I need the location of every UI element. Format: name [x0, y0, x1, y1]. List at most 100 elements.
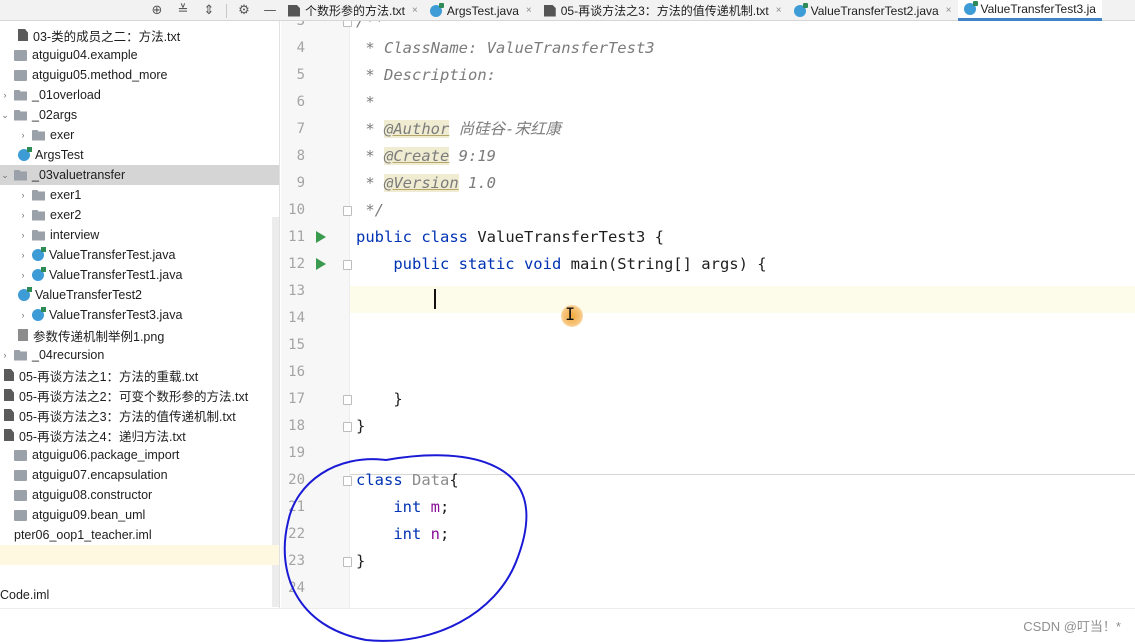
chevron-right-icon[interactable]: ›	[0, 350, 10, 360]
tree-item[interactable]: 05-再谈方法之1：方法的重载.txt	[0, 365, 279, 385]
tree-item[interactable]: › exer1	[0, 185, 279, 205]
tree-item-label: interview	[50, 228, 100, 242]
tree-item-label: 05-再谈方法之3：方法的值传递机制.txt	[19, 409, 236, 424]
tree-item[interactable]: 参数传递机制举例1.png	[0, 325, 279, 345]
line-number: 17	[288, 391, 305, 407]
close-icon[interactable]: ×	[526, 5, 532, 16]
gear-icon[interactable]: ⚙	[231, 0, 257, 21]
chevron-right-icon[interactable]: ›	[18, 270, 28, 280]
code-line[interactable]: 7 * @Author 尚硅谷-宋红康	[281, 116, 1135, 143]
tree-item[interactable]: › ValueTransferTest.java	[0, 245, 279, 265]
code-line[interactable]: 6 *	[281, 89, 1135, 116]
tree-item-label: ValueTransferTest1.java	[49, 268, 183, 282]
minimize-icon[interactable]: —	[257, 0, 283, 21]
line-number: 9	[296, 175, 305, 191]
package-icon	[14, 69, 27, 81]
editor-tabs: 个数形参的方法.txt × ArgsTest.java × 05-再谈方法之3：方法的值…	[282, 0, 1102, 21]
fold-icon[interactable]	[343, 260, 352, 270]
run-icon[interactable]	[316, 258, 326, 270]
tree-item[interactable]: ValueTransferTest2	[0, 285, 279, 305]
code-text: public class ValueTransferTest3 {	[356, 228, 664, 246]
tab-0[interactable]: 个数形参的方法.txt ×	[282, 0, 424, 21]
code-text: * ClassName: ValueTransferTest3	[356, 39, 655, 57]
tree-item-label: atguigu04.example	[32, 48, 138, 62]
tree-item[interactable]: 05-再谈方法之3：方法的值传递机制.txt	[0, 405, 279, 425]
code-text: * @Author 尚硅谷-宋红康	[356, 120, 561, 138]
close-icon[interactable]: ×	[776, 5, 782, 16]
tree-item[interactable]: 03-类的成员之二：方法.txt	[0, 25, 279, 45]
package-icon	[14, 469, 27, 481]
tree-item-code-iml[interactable]: Code.iml	[0, 588, 49, 602]
close-icon[interactable]: ×	[946, 5, 952, 16]
tree-item[interactable]: atguigu06.package_import	[0, 445, 279, 465]
code-line[interactable]: 3 /**	[281, 21, 1135, 35]
tree-item[interactable]: pter06_oop1_teacher.iml	[0, 525, 279, 545]
code-line[interactable]: 9 * @Version 1.0	[281, 170, 1135, 197]
close-icon[interactable]: ×	[412, 5, 418, 16]
code-line[interactable]: 5 * Description:	[281, 62, 1135, 89]
tree-item[interactable]: ArgsTest	[0, 145, 279, 165]
tree-item[interactable]: atguigu09.bean_uml	[0, 505, 279, 525]
tree-item[interactable]: › exer	[0, 125, 279, 145]
tree-item[interactable]	[0, 545, 279, 565]
tree-item[interactable]: ⌄ _03valuetransfer	[0, 165, 279, 185]
tree-item[interactable]: atguigu04.example	[0, 45, 279, 65]
code-line[interactable]: 13	[281, 278, 1135, 305]
tree-item-label: 05-再谈方法之2：可变个数形参的方法.txt	[19, 389, 249, 404]
tab-3[interactable]: ValueTransferTest2.java ×	[788, 0, 958, 21]
tree-item[interactable]: › interview	[0, 225, 279, 245]
tree-item[interactable]: › _04recursion	[0, 345, 279, 365]
run-icon[interactable]	[316, 231, 326, 243]
code-line[interactable]: 11 public class ValueTransferTest3 {	[281, 224, 1135, 251]
fold-icon[interactable]	[343, 21, 352, 27]
tree-item[interactable]: ⌄ _02args	[0, 105, 279, 125]
code-line[interactable]: 15	[281, 332, 1135, 359]
tree-item[interactable]: atguigu08.constructor	[0, 485, 279, 505]
code-line[interactable]: 14	[281, 305, 1135, 332]
tree-item[interactable]: › ValueTransferTest1.java	[0, 265, 279, 285]
code-line[interactable]: 16	[281, 359, 1135, 386]
tree-item[interactable]: 05-再谈方法之4：递归方法.txt	[0, 425, 279, 445]
code-line[interactable]: 18}	[281, 413, 1135, 440]
tree-item-label: exer2	[50, 208, 82, 222]
crosshair-icon[interactable]: ⊕	[144, 0, 170, 21]
line-number: 3	[296, 21, 305, 29]
align-icon[interactable]: ≚	[170, 0, 196, 21]
code-text: *	[356, 93, 375, 111]
tree-item-label: atguigu05.method_more	[32, 68, 168, 82]
chevron-right-icon[interactable]: ›	[0, 90, 10, 100]
chevron-right-icon[interactable]: ›	[18, 190, 28, 200]
code-line[interactable]: 10 */	[281, 197, 1135, 224]
fold-icon[interactable]	[343, 422, 352, 432]
tree-item[interactable]: › ValueTransferTest3.java	[0, 305, 279, 325]
chevron-right-icon[interactable]: ›	[18, 250, 28, 260]
java-class-icon	[429, 2, 444, 17]
package-icon	[14, 449, 27, 461]
tree-item[interactable]: › exer2	[0, 205, 279, 225]
tab-label: ValueTransferTest2.java	[810, 3, 939, 18]
code-text: * @Version 1.0	[356, 174, 496, 192]
line-number: 7	[296, 121, 305, 137]
java-class-icon	[32, 307, 46, 321]
code-line[interactable]: 17 }	[281, 386, 1135, 413]
collapse-icon[interactable]: ⇕	[196, 0, 222, 21]
tab-4[interactable]: ValueTransferTest3.ja	[957, 0, 1102, 21]
chevron-right-icon[interactable]: ›	[18, 210, 28, 220]
chevron-down-icon[interactable]: ⌄	[0, 170, 10, 181]
tree-item[interactable]: › _01overload	[0, 85, 279, 105]
chevron-right-icon[interactable]: ›	[18, 230, 28, 240]
chevron-right-icon[interactable]: ›	[18, 130, 28, 140]
code-text: }	[356, 417, 366, 435]
tab-1[interactable]: ArgsTest.java ×	[424, 0, 538, 21]
fold-icon[interactable]	[343, 206, 352, 216]
tab-2[interactable]: 05-再谈方法之3：方法的值传递机制.txt ×	[538, 0, 788, 21]
code-line[interactable]: 4 * ClassName: ValueTransferTest3	[281, 35, 1135, 62]
tree-item[interactable]: atguigu07.encapsulation	[0, 465, 279, 485]
chevron-down-icon[interactable]: ⌄	[0, 110, 10, 121]
fold-icon[interactable]	[343, 395, 352, 405]
code-line[interactable]: 8 * @Create 9:19	[281, 143, 1135, 170]
chevron-right-icon[interactable]: ›	[18, 310, 28, 320]
tree-item[interactable]: 05-再谈方法之2：可变个数形参的方法.txt	[0, 385, 279, 405]
tree-item[interactable]: atguigu05.method_more	[0, 65, 279, 85]
code-line[interactable]: 12 public static void main(String[] args…	[281, 251, 1135, 278]
